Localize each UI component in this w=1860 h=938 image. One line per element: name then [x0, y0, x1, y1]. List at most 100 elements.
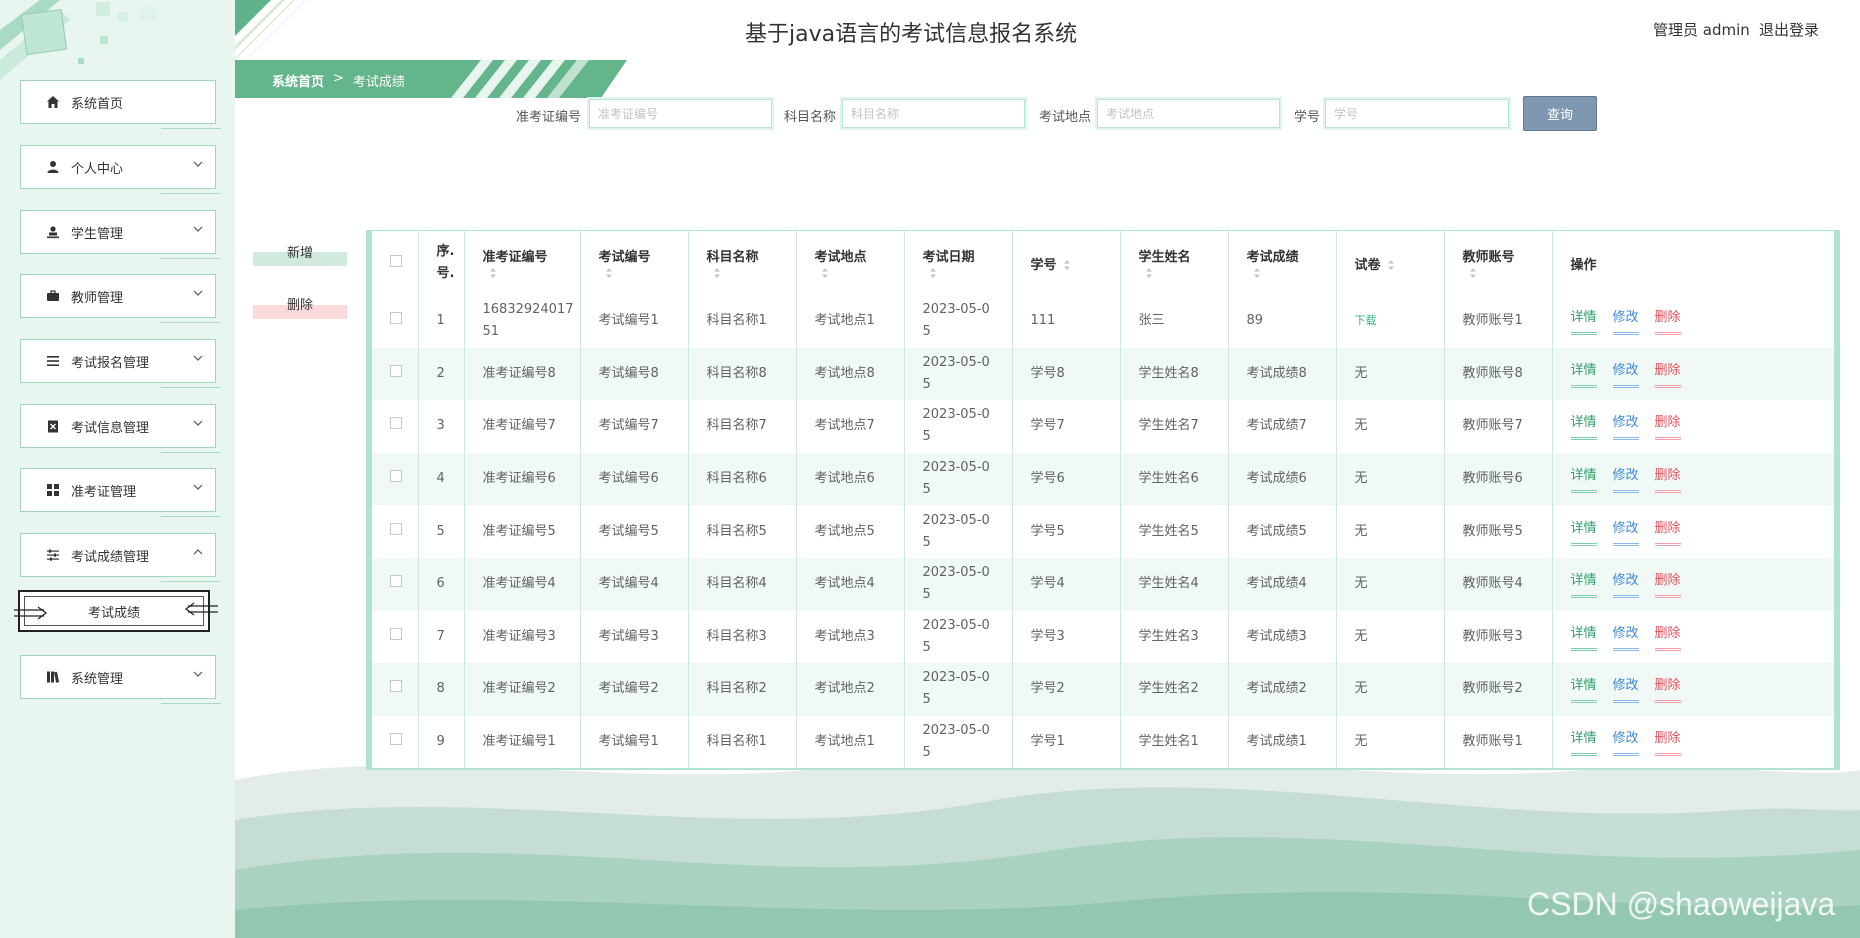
edit-link[interactable]: 修改: [1612, 675, 1639, 704]
cell-paper: 无: [1336, 715, 1445, 769]
briefcase-icon: [45, 288, 61, 304]
cell-date: 2023-05-05: [904, 557, 1013, 611]
col-paper[interactable]: 试卷: [1336, 231, 1445, 295]
sort-icon[interactable]: [929, 267, 937, 279]
row-checkbox[interactable]: [390, 470, 402, 483]
sidebar-decoration: [0, 0, 156, 80]
cell-date: 2023-05-05: [904, 610, 1013, 664]
sidebar-item-admission[interactable]: 准考证管理: [16, 468, 221, 520]
col-place[interactable]: 考试地点: [796, 231, 905, 295]
query-button[interactable]: 查询: [1523, 96, 1597, 131]
sidebar-item-student[interactable]: 学生管理: [16, 210, 221, 262]
paper-value: 无: [1354, 471, 1368, 487]
detail-link[interactable]: 详情: [1570, 465, 1597, 494]
sort-icon[interactable]: [489, 267, 497, 279]
edit-link[interactable]: 修改: [1612, 360, 1639, 388]
sidebar-item-label: 系统管理: [71, 671, 124, 687]
row-checkbox[interactable]: [390, 733, 402, 746]
sort-icon[interactable]: [605, 267, 613, 279]
col-ticket[interactable]: 准考证编号: [464, 231, 581, 295]
delete-link[interactable]: 删除: [1654, 307, 1681, 336]
delete-link[interactable]: 删除: [1654, 360, 1681, 388]
delete-link[interactable]: 删除: [1654, 675, 1681, 704]
breadcrumb-home[interactable]: 系统首页: [272, 71, 324, 90]
download-link[interactable]: 下载: [1355, 314, 1377, 327]
select-all-checkbox[interactable]: [390, 255, 402, 267]
edit-link[interactable]: 修改: [1612, 465, 1639, 494]
col-score[interactable]: 考试成绩: [1228, 231, 1337, 295]
submenu-item-exam-scores[interactable]: 考试成绩: [14, 590, 218, 632]
cell-exam-no: 考试编号1: [580, 715, 689, 769]
exam-place-input[interactable]: [1095, 97, 1282, 130]
col-date[interactable]: 考试日期: [904, 231, 1013, 295]
sort-icon[interactable]: [821, 267, 829, 279]
sidebar-item-registration[interactable]: 考试报名管理: [16, 339, 221, 391]
row-checkbox[interactable]: [390, 312, 402, 325]
student-id-input[interactable]: [1323, 97, 1511, 130]
batch-delete-button[interactable]: 删除: [253, 288, 347, 319]
sidebar-item-personal[interactable]: 个人中心: [16, 145, 221, 197]
cell-teacher: 教师账号8: [1444, 347, 1553, 401]
sidebar-item-system[interactable]: 系统管理: [16, 655, 221, 707]
col-student-id[interactable]: 学号: [1012, 231, 1121, 295]
sidebar-item-teacher[interactable]: 教师管理: [16, 274, 221, 326]
detail-link[interactable]: 详情: [1570, 728, 1597, 757]
sort-icon[interactable]: [713, 267, 721, 279]
col-subject[interactable]: 科目名称: [688, 231, 797, 295]
delete-link[interactable]: 删除: [1654, 728, 1681, 757]
edit-link[interactable]: 修改: [1612, 728, 1639, 757]
logout-link[interactable]: 退出登录: [1759, 19, 1819, 40]
delete-link[interactable]: 删除: [1654, 623, 1681, 651]
row-checkbox[interactable]: [390, 522, 402, 535]
row-select-cell: [372, 347, 419, 401]
sidebar-item-home[interactable]: 系统首页: [16, 80, 221, 132]
cell-student-name: 学生姓名8: [1120, 347, 1229, 401]
sidebar-item-label: 教师管理: [71, 290, 124, 306]
detail-link[interactable]: 详情: [1570, 307, 1597, 336]
detail-link[interactable]: 详情: [1570, 518, 1597, 546]
cell-subject: 科目名称4: [688, 557, 797, 611]
row-checkbox[interactable]: [390, 364, 402, 377]
cell-student-id: 学号6: [1012, 452, 1121, 506]
sort-icon[interactable]: [1063, 259, 1071, 271]
row-checkbox[interactable]: [390, 417, 402, 430]
delete-link[interactable]: 删除: [1654, 465, 1681, 494]
sort-icon[interactable]: [1253, 267, 1261, 279]
sort-icon[interactable]: [1469, 267, 1477, 279]
detail-link[interactable]: 详情: [1570, 623, 1597, 651]
col-teacher[interactable]: 教师账号: [1444, 231, 1553, 295]
table-row: 8 准考证编号2 考试编号2 科目名称2 考试地点2 2023-05-05 学号2 学生姓名2…: [372, 663, 1834, 716]
ticket-no-input[interactable]: [587, 97, 774, 130]
cell-date: 2023-05-05: [904, 505, 1013, 558]
edit-link[interactable]: 修改: [1612, 623, 1639, 651]
cell-teacher: 教师账号1: [1444, 715, 1553, 769]
detail-link[interactable]: 详情: [1570, 675, 1597, 704]
sort-icon[interactable]: [1387, 259, 1395, 271]
edit-link[interactable]: 修改: [1612, 307, 1639, 336]
delete-link[interactable]: 删除: [1654, 518, 1681, 546]
delete-link[interactable]: 删除: [1654, 412, 1681, 441]
row-checkbox[interactable]: [390, 680, 402, 693]
row-checkbox[interactable]: [390, 627, 402, 640]
detail-link[interactable]: 详情: [1570, 412, 1597, 441]
col-exam-no[interactable]: 考试编号: [580, 231, 689, 295]
cell-place: 考试地点5: [796, 505, 905, 558]
cell-student-name: 张三: [1120, 295, 1229, 348]
cell-exam-no: 考试编号3: [580, 610, 689, 664]
cell-paper: 无: [1336, 505, 1445, 558]
add-button[interactable]: 新增: [253, 236, 347, 266]
edit-link[interactable]: 修改: [1612, 518, 1639, 546]
sort-icon[interactable]: [1145, 267, 1153, 279]
detail-link[interactable]: 详情: [1570, 570, 1597, 599]
row-checkbox[interactable]: [390, 575, 402, 588]
sidebar-item-scores[interactable]: 考试成绩管理: [16, 533, 221, 585]
detail-link[interactable]: 详情: [1570, 360, 1597, 388]
chevron-down-icon: [193, 355, 203, 361]
col-student-name[interactable]: 学生姓名: [1120, 231, 1229, 295]
edit-link[interactable]: 修改: [1612, 412, 1639, 441]
sidebar-item-exam-info[interactable]: 考试信息管理: [16, 404, 221, 456]
subject-name-input[interactable]: [840, 97, 1027, 130]
edit-link[interactable]: 修改: [1612, 570, 1639, 599]
delete-link[interactable]: 删除: [1654, 570, 1681, 599]
cell-date: 2023-05-05: [904, 663, 1013, 716]
